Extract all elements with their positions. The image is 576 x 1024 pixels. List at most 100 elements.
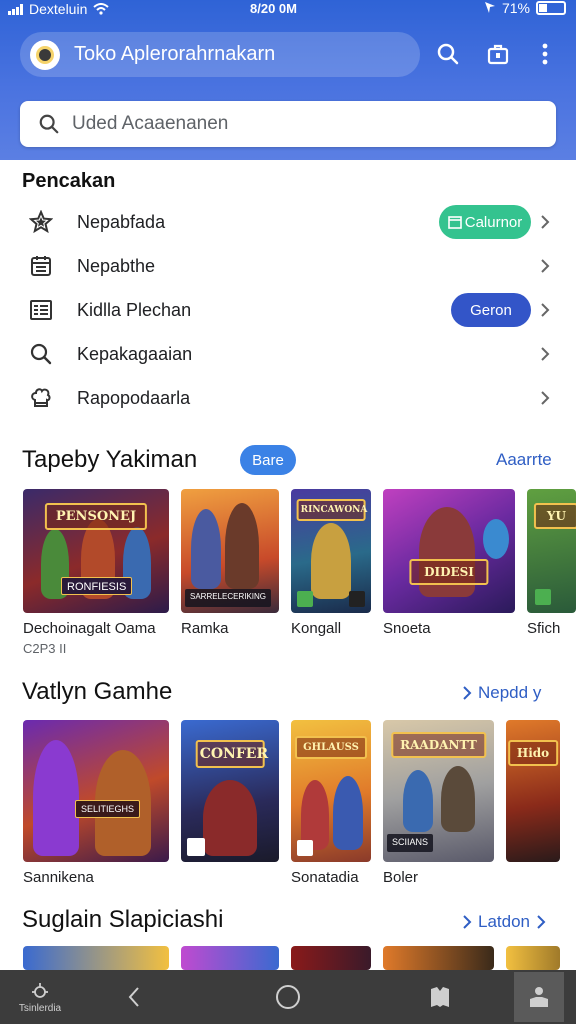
game-card[interactable]: CONFER [181, 720, 279, 862]
game-card[interactable]: RINCAWONA [291, 489, 371, 613]
menu-item-3[interactable]: Kidlla Plechan Geron [0, 288, 576, 332]
game-subtitle: C2P3 II [23, 641, 67, 656]
section-title: Vatlyn Gamhe [22, 678, 173, 705]
calendar-icon [28, 253, 54, 279]
title-bar[interactable]: Toko Aplerorahrnakarn [20, 32, 420, 77]
game-card[interactable]: DIDESI [383, 489, 515, 613]
game-logo: Hido [508, 740, 558, 766]
menu-item-label: Nepabfada [77, 211, 166, 232]
status-bar: Dexteluin 8/20 0M 71% [0, 0, 576, 18]
list-icon [28, 297, 54, 323]
calendar-icon [447, 216, 462, 229]
see-more-link[interactable]: Aaarrte [496, 450, 552, 470]
game-logo: GHLAUSS [295, 736, 367, 759]
chevron-right-icon [536, 257, 554, 275]
game-logo: RINCAWONA [296, 499, 367, 521]
chevron-right-icon [536, 345, 554, 363]
game-title: Snoeta [383, 620, 431, 637]
more-vertical-icon [542, 43, 548, 65]
avatar[interactable] [30, 39, 60, 70]
menu-item-2[interactable]: Nepabthe [0, 244, 576, 288]
see-more-link[interactable]: Latdon [462, 912, 546, 932]
nav-label: Tsinlerdia [18, 1002, 62, 1014]
menu-item-label: Kepakagaaian [77, 343, 193, 364]
nav-home[interactable]: Tsinlerdia [14, 970, 66, 1024]
account-button[interactable] [514, 972, 564, 1022]
game-card[interactable]: PENSONEJ RONFIESIS [23, 489, 169, 613]
chevron-right-icon [463, 915, 472, 929]
menu-item-5[interactable]: Rapopodaarla [0, 376, 576, 420]
game-tag: SCIIANS [387, 834, 434, 852]
battery-percent: 71% [501, 0, 530, 16]
game-title: Dechoinagalt Oama [23, 620, 156, 637]
app-icon [187, 838, 205, 856]
location-icon [484, 2, 495, 13]
game-title: Sannikena [23, 869, 94, 886]
menu-item-1[interactable]: Nepabfada Calurnor [0, 200, 576, 244]
search-icon [39, 114, 59, 134]
game-tag: SARRELECERIKING [185, 589, 272, 607]
chevron-right-icon [536, 213, 554, 231]
game-card[interactable] [383, 946, 494, 970]
game-card[interactable]: GHLAUSS [291, 720, 371, 862]
chevron-right-icon [537, 915, 546, 929]
bug-icon [32, 982, 48, 998]
circle-home-icon [276, 985, 300, 1009]
carrier-name: Dexteluin [29, 1, 88, 17]
see-more-link[interactable]: Nepdd y [462, 683, 541, 703]
app-icon [297, 591, 313, 607]
app-title: Toko Aplerorahrnakarn [74, 43, 276, 65]
menu-item-pill[interactable]: Calurnor [439, 205, 531, 239]
menu-item-label: Rapopodaarla [77, 387, 191, 408]
chevron-right-icon [536, 389, 554, 407]
game-tag: RONFIESIS [61, 577, 133, 595]
chevron-left-icon [128, 987, 139, 1007]
game-card[interactable] [23, 946, 169, 970]
game-title: Kongall [291, 620, 342, 637]
game-logo: DIDESI [409, 559, 489, 585]
game-title: Boler [383, 869, 419, 886]
game-card[interactable]: SELITIEGHS [23, 720, 169, 862]
app-icon [535, 589, 551, 605]
clock: 8/20 0M [250, 1, 297, 16]
game-card[interactable] [181, 946, 279, 970]
search-field[interactable] [20, 101, 556, 147]
menu-title: Pencakan [22, 170, 116, 192]
game-card[interactable]: RAADANTT SCIIANS [383, 720, 494, 862]
game-logo: CONFER [195, 740, 268, 768]
star-icon [28, 209, 54, 235]
menu-item-label: Kidlla Plechan [77, 299, 192, 320]
wifi-icon [93, 3, 110, 15]
user-icon [530, 987, 548, 1007]
game-tag: SELITIEGHS [75, 800, 141, 818]
game-title: Sfich [527, 620, 561, 637]
menu-item-label: Nepabthe [77, 255, 156, 276]
game-logo: PENSONEJ [44, 503, 148, 530]
briefcase-icon [487, 44, 509, 65]
app-header: Dexteluin 8/20 0M 71% Toko Aplerorahrnak… [0, 0, 576, 160]
chef-hat-icon [28, 385, 54, 411]
game-card[interactable] [506, 946, 560, 970]
menu-item-pill[interactable]: Geron [451, 293, 531, 327]
library-button[interactable] [482, 38, 514, 70]
section-title: Tapeby Yakiman [22, 446, 198, 473]
back-button[interactable] [118, 970, 150, 1024]
game-card[interactable]: Hido [506, 720, 560, 862]
game-card[interactable]: YU [527, 489, 576, 613]
game-title: Ramka [181, 620, 229, 637]
game-title: Sonatadia [291, 869, 359, 886]
game-logo: YU [534, 503, 576, 529]
search-button[interactable] [432, 38, 464, 70]
section-badge[interactable]: Bare [240, 445, 296, 475]
app-icon [297, 840, 313, 856]
more-menu-button[interactable] [529, 38, 561, 70]
menu-item-4[interactable]: Kepakagaaian [0, 332, 576, 376]
home-button[interactable] [270, 970, 306, 1024]
search-input[interactable] [72, 113, 512, 135]
books-button[interactable] [424, 970, 456, 1024]
bottom-nav-bar: Tsinlerdia [0, 970, 576, 1024]
section-title: Suglain Slapiciashi [22, 906, 224, 933]
game-card[interactable] [291, 946, 371, 970]
battery-icon [536, 1, 566, 15]
game-card[interactable]: SARRELECERIKING [181, 489, 279, 613]
